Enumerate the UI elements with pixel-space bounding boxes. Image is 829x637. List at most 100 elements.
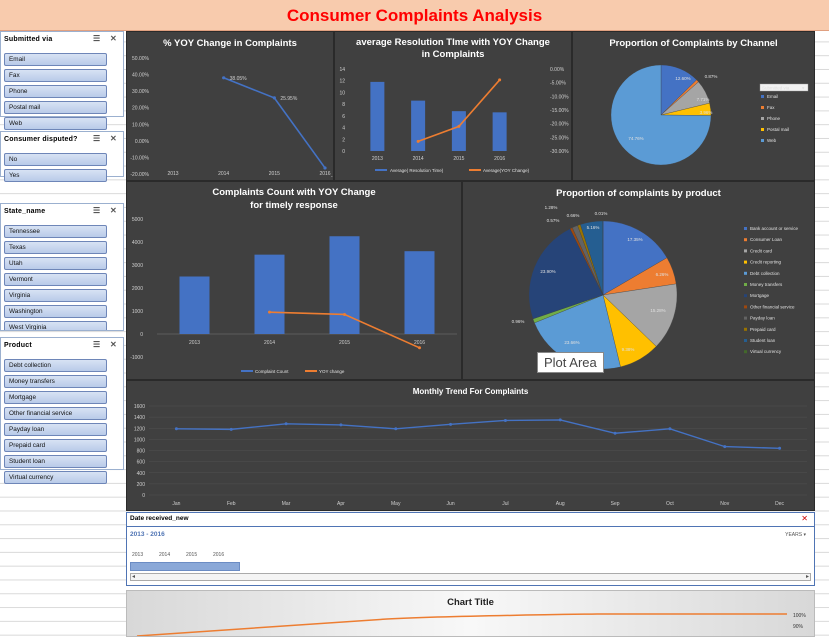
y-tick-label: 20.00% [132,106,150,112]
slicer-state-name: State_name ☰ ✕ Tennessee Texas Utah Vermont… [0,203,124,331]
slicer-item-yes[interactable]: Yes [4,169,107,182]
slicer-item-student-loan[interactable]: Student loan [4,455,107,468]
data-point [418,346,421,350]
legend-label: Bank account or service [750,226,799,231]
timeline-year-label[interactable]: 2016 [213,552,224,558]
slicer-title: State_name [4,208,46,215]
slicer-item-fax[interactable]: Fax [4,69,107,82]
y-tick-label: 6 [342,114,345,120]
data-label: 9.38% [622,347,635,352]
y2-tick-label: -20.00% [550,122,569,128]
x-tick-label: 2013 [189,340,200,346]
clear-filter-icon[interactable]: ✕ [110,206,117,215]
slicer-item-prepaid-card[interactable]: Prepaid card [4,439,107,452]
x-tick-label: 2015 [453,156,464,162]
slicer-item-no[interactable]: No [4,153,107,166]
monthly-trend-chart[interactable]: Monthly Trend For Complaints 1600 1400 120… [126,380,815,511]
timeline-selection-bar[interactable] [130,562,240,571]
legend-swatch [761,106,764,109]
timeline-scrollbar[interactable]: ◂ ▸ [130,573,811,581]
legend-label: Other financial service [750,304,795,309]
legend-swatch [744,327,747,331]
slicer-item-texas[interactable]: Texas [4,241,107,254]
clear-filter-icon[interactable]: ✕ [801,514,808,523]
multi-select-icon[interactable]: ☰ [93,206,100,215]
yoy-change-chart[interactable]: % YOY Change in Complaints 50.00% 40.00% 3… [126,31,334,181]
data-label: 23.66% [564,340,579,345]
data-point [668,427,672,431]
timeline-year-label[interactable]: 2014 [159,552,170,558]
bar [404,251,435,334]
resolution-time-chart[interactable]: average Resolution TIme with YOY Change … [334,31,572,181]
y2-tick-label: -5.00% [550,81,566,87]
data-label: 0.01% [595,211,608,216]
legend-label: Email [767,94,778,99]
bottom-chart[interactable]: Chart Title 100% 90% [126,590,815,637]
legend-swatch [375,169,387,171]
y-tick-label: 12 [339,79,345,85]
slicer-title: Submitted via [4,36,53,43]
legend-label: Postal mail [767,127,789,132]
channel-pie-chart[interactable]: Proportion of Complaints by Channel 12.6… [572,31,815,181]
slicer-item-virginia[interactable]: Virginia [4,289,107,302]
x-tick-label: 2014 [218,171,229,177]
timeline-level-dropdown[interactable]: YEARS ▾ [785,532,806,538]
clear-filter-icon[interactable]: ✕ [110,34,117,43]
slicer-item-virtual-currency[interactable]: Virtual currency [4,471,107,484]
complaints-count-chart[interactable]: Complaints Count with YOY Change for tim… [126,181,462,380]
data-point [222,76,226,80]
slicer-item-debt-collection[interactable]: Debt collection [4,359,107,372]
legend-swatch [744,350,747,354]
slicer-item-payday-loan[interactable]: Payday loan [4,423,107,436]
legend-swatch [305,370,317,372]
series-line [223,77,326,169]
series-line [136,613,787,636]
timeline-year-label[interactable]: 2013 [132,552,143,558]
multi-select-icon[interactable]: ☰ [93,34,100,43]
legend-swatch [744,249,747,253]
timeline-range: 2013 - 2016 [130,531,165,538]
product-pie-chart[interactable]: Proportion of complaints by product 17.3… [462,181,815,380]
slicer-item-phone[interactable]: Phone [4,85,107,98]
slicer-item-tennessee[interactable]: Tennessee [4,225,107,238]
x-tick-label: Mar [282,501,291,507]
slicer-item-vermont[interactable]: Vermont [4,273,107,286]
data-label: 23.90% [540,269,555,274]
multi-select-icon[interactable]: ☰ [93,134,100,143]
timeline-slicer[interactable]: Date received_new ✕ 2013 - 2016 YEARS ▾ … [126,512,815,586]
y-tick-label: 0 [142,493,145,499]
slicer-item-washington[interactable]: Washington [4,305,107,318]
legend-label: Credit reporting [750,260,782,265]
slicer-item-money-transfers[interactable]: Money transfers [4,375,107,388]
slicer-item-mortgage[interactable]: Mortgage [4,391,107,404]
plot-area-tooltip: Plot Area [537,352,604,373]
legend-label: Average(YOY Change) [483,168,530,173]
slicer-item-postal-mail[interactable]: Postal mail [4,101,107,114]
slicer-item-utah[interactable]: Utah [4,257,107,270]
y-tick-label: 1400 [134,415,145,421]
multi-select-icon[interactable]: ☰ [93,340,100,349]
legend-label: Money transfers [750,282,783,287]
y-tick-label: 5000 [132,217,143,223]
data-point [229,427,233,431]
slicer-product: Product ☰ ✕ Debt collection Money transfe… [0,337,124,484]
data-point [778,446,782,450]
clear-filter-icon[interactable]: ✕ [110,134,117,143]
complaints-count-plot: 5000 4000 3000 2000 1000 0 -1000 2013 2014 2015 20… [130,217,457,374]
slicer-item-email[interactable]: Email [4,53,107,66]
y-tick-label: 50.00% [132,56,150,62]
y-tick-label: -1000 [130,355,143,361]
channel-pie-plot: 12.60% 0.87% 7.71% 3.96% 74.76% Submitted via… [610,64,809,166]
legend-label: Prepaid card [750,327,776,332]
data-point [416,139,420,143]
x-tick-label: 2014 [413,156,424,162]
slicer-item-web[interactable]: Web [4,117,107,130]
x-tick-label: 2013 [167,171,178,177]
scroll-left-icon[interactable]: ◂ [132,573,135,580]
slicer-item-other-financial-service[interactable]: Other financial service [4,407,107,420]
scroll-right-icon[interactable]: ▸ [806,573,809,580]
slicer-item-west-virginia[interactable]: West Virginia [4,321,107,330]
timeline-year-label[interactable]: 2015 [186,552,197,558]
clear-filter-icon[interactable]: ✕ [110,340,117,349]
legend-title: Submitted via [762,86,790,91]
